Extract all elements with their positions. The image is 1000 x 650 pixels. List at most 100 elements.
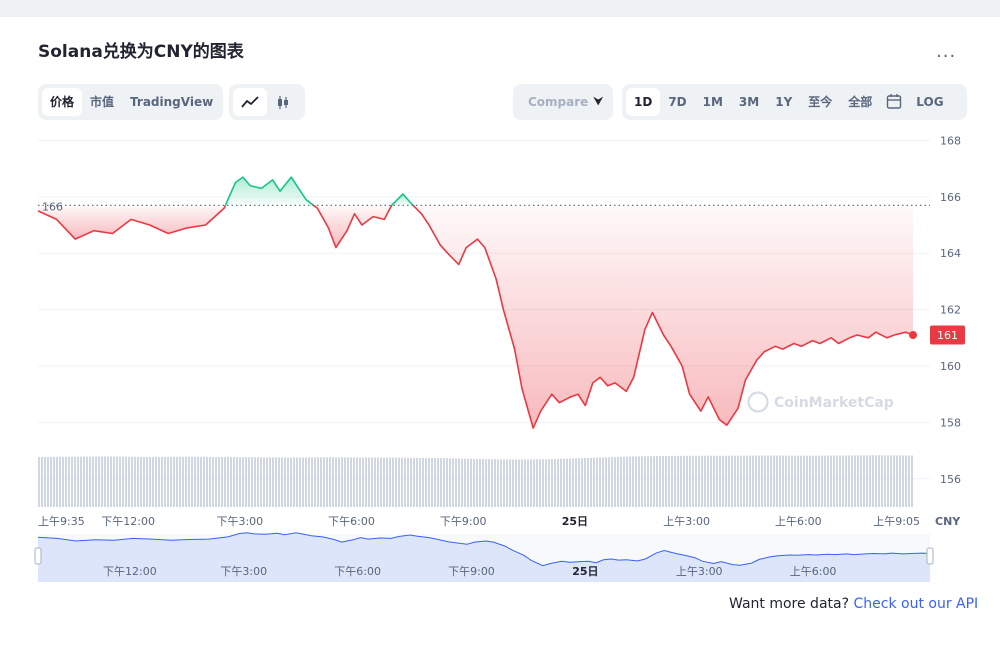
volume-bar	[278, 457, 280, 507]
volume-bar	[86, 456, 88, 507]
volume-bar	[233, 457, 235, 507]
volume-bar	[602, 457, 604, 507]
x-tick-label: 上午3:00	[663, 515, 710, 528]
y-tick-label: 164	[940, 247, 961, 260]
volume-bar	[635, 456, 637, 507]
volume-bar	[908, 455, 910, 507]
volume-bar	[560, 458, 562, 507]
price-chart: 166 CoinMarketCap 156158160162164166168 …	[34, 134, 965, 582]
volume-bar	[449, 458, 451, 507]
volume-bar	[800, 455, 802, 507]
volume-bar	[581, 458, 583, 507]
volume-bar	[446, 458, 448, 507]
volume-bar	[182, 456, 184, 507]
x-tick-label: 上午9:35	[38, 515, 85, 528]
y-tick-label: 166	[940, 191, 961, 204]
volume-bar	[122, 456, 124, 507]
volume-bar	[173, 456, 175, 507]
volume-bar	[377, 457, 379, 507]
volume-bar	[578, 458, 580, 507]
y-tick-label: 160	[940, 360, 961, 373]
volume-bar	[629, 456, 631, 507]
volume-bar	[344, 457, 346, 507]
volume-bar	[563, 458, 565, 507]
volume-bar	[194, 456, 196, 507]
volume-bar	[134, 456, 136, 507]
volume-bar	[647, 456, 649, 507]
volume-bar	[662, 455, 664, 507]
volume-bar	[437, 457, 439, 507]
volume-bar	[569, 458, 571, 507]
volume-bar	[677, 455, 679, 507]
volume-bar	[386, 457, 388, 507]
volume-bar	[167, 456, 169, 507]
volume-bar	[269, 457, 271, 507]
volume-bar	[638, 456, 640, 507]
volume-bar	[530, 459, 532, 507]
volume-bar	[245, 457, 247, 507]
volume-bar	[764, 455, 766, 507]
volume-bar	[803, 455, 805, 507]
volume-bar	[527, 459, 529, 507]
volume-bar	[38, 457, 40, 507]
navigator-handle[interactable]	[34, 547, 42, 565]
volume-bar	[113, 456, 115, 507]
volume-bar	[89, 456, 91, 507]
volume-bar	[731, 455, 733, 507]
volume-bar	[767, 455, 769, 507]
volume-bar	[416, 457, 418, 507]
volume-bar	[734, 455, 736, 507]
volume-bar	[587, 457, 589, 507]
volume-bar	[299, 457, 301, 507]
volume-bar	[806, 455, 808, 507]
volume-bar	[500, 459, 502, 507]
volume-bar	[137, 456, 139, 507]
volume-bar	[353, 457, 355, 507]
volume-bar	[110, 456, 112, 507]
x-tick-label: 下午6:00	[328, 515, 375, 528]
volume-bar	[596, 457, 598, 507]
volume-bar	[47, 456, 49, 507]
volume-bar	[746, 455, 748, 507]
volume-bar	[833, 455, 835, 507]
navigator-handle[interactable]	[926, 547, 934, 565]
x-axis: 上午9:35 下午12:00 下午3:00 下午6:00 下午9:00 25日 上午3:00…	[38, 515, 920, 528]
volume-bar	[65, 456, 67, 507]
volume-bar	[518, 459, 520, 507]
volume-bar	[851, 455, 853, 507]
y-tick-label: 158	[940, 416, 961, 429]
volume-bar	[890, 455, 892, 507]
volume-bar	[455, 458, 457, 507]
volume-bar	[473, 458, 475, 507]
volume-bar	[395, 457, 397, 507]
volume-bar	[719, 455, 721, 507]
volume-bar	[266, 457, 268, 507]
volume-bar	[683, 455, 685, 507]
volume-bar	[287, 457, 289, 507]
volume-bar	[275, 457, 277, 507]
volume-bar	[143, 456, 145, 507]
volume-bar	[200, 456, 202, 507]
volume-bar	[188, 456, 190, 507]
volume-bar	[431, 457, 433, 507]
volume-bar	[797, 455, 799, 507]
volume-bar	[314, 457, 316, 507]
volume-bar	[539, 459, 541, 507]
volume-bar	[875, 455, 877, 507]
volume-bar	[491, 459, 493, 507]
volume-bar	[620, 456, 622, 507]
volume-bar	[701, 455, 703, 507]
volume-bar	[350, 457, 352, 507]
volume-bar	[116, 456, 118, 507]
volume-bar	[782, 455, 784, 507]
volume-bar	[326, 457, 328, 507]
volume-bar	[599, 457, 601, 507]
x-tick-label: 下午12:00	[101, 515, 155, 528]
volume-bar	[155, 456, 157, 507]
volume-bar	[674, 455, 676, 507]
volume-bar	[128, 456, 130, 507]
volume-bar	[95, 456, 97, 507]
volume-bar	[839, 455, 841, 507]
current-price-label: 161	[937, 329, 958, 342]
volume-bar	[77, 456, 79, 507]
